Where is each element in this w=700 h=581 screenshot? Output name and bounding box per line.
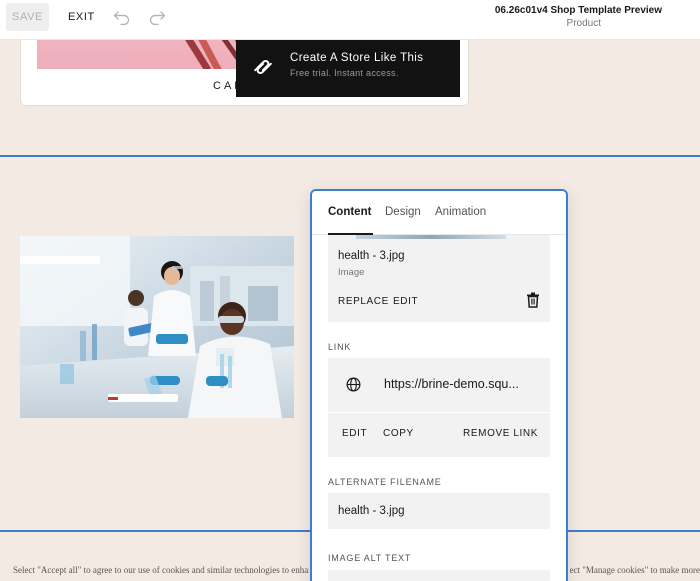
image-file-name: health - 3.jpg bbox=[338, 250, 405, 262]
undo-icon bbox=[113, 11, 130, 25]
link-card: https://brine-demo.squ... EDIT COPY REMO… bbox=[328, 358, 550, 457]
panel-tabs: Content Design Animation bbox=[312, 191, 566, 235]
alternate-filename-input[interactable] bbox=[328, 493, 550, 529]
cookie-banner-text-right: elect "Manage cookies" to make more bbox=[570, 565, 700, 575]
save-button[interactable]: SAVE bbox=[6, 3, 49, 31]
remove-link-button[interactable]: REMOVE LINK bbox=[463, 428, 538, 439]
tab-design[interactable]: Design bbox=[385, 206, 421, 218]
cookie-banner-text-right-content: elect "Manage cookies" to make more bbox=[570, 565, 700, 575]
alt-text-input[interactable] bbox=[328, 570, 550, 581]
create-store-banner[interactable]: Create A Store Like This Free trial. Ins… bbox=[236, 40, 460, 97]
redo-button[interactable] bbox=[147, 7, 167, 27]
squarespace-logo-icon bbox=[254, 59, 272, 75]
alternate-filename-label: ALTERNATE FILENAME bbox=[328, 477, 442, 487]
image-file-type: Image bbox=[338, 267, 365, 278]
promo-title: Create A Store Like This bbox=[290, 52, 424, 64]
section-top-border bbox=[0, 155, 700, 157]
edit-image-button[interactable]: EDIT bbox=[393, 296, 418, 307]
laboratory-photo bbox=[20, 236, 294, 418]
redo-icon bbox=[149, 11, 166, 25]
editor-toolbar: SAVE EXIT 06.26c01v4 Shop Template Previ… bbox=[0, 0, 700, 40]
image-thumbnail bbox=[356, 235, 506, 239]
link-url[interactable]: https://brine-demo.squ... bbox=[384, 377, 544, 391]
globe-icon bbox=[346, 377, 361, 392]
alt-text-label: IMAGE ALT TEXT bbox=[328, 553, 412, 563]
copy-link-button[interactable]: COPY bbox=[383, 428, 414, 439]
trash-icon[interactable] bbox=[526, 292, 540, 308]
lab-image-block[interactable] bbox=[20, 236, 294, 418]
exit-button[interactable]: EXIT bbox=[62, 3, 101, 31]
site-title: 06.26c01v4 Shop Template Preview bbox=[494, 5, 662, 16]
cookie-banner-text-left: Select "Accept all" to agree to our use … bbox=[13, 565, 309, 575]
undo-button[interactable] bbox=[112, 7, 132, 27]
page-type-label: Product bbox=[566, 18, 601, 29]
image-file-card: health - 3.jpg Image REPLACE EDIT bbox=[328, 235, 550, 322]
active-tab-indicator bbox=[328, 233, 373, 235]
link-section-label: LINK bbox=[328, 342, 352, 352]
link-divider bbox=[328, 412, 550, 413]
tab-animation[interactable]: Animation bbox=[435, 206, 486, 218]
image-editor-panel: Content Design Animation health - 3.jpg … bbox=[310, 189, 568, 581]
tab-content[interactable]: Content bbox=[328, 206, 371, 218]
promo-subtitle: Free trial. Instant access. bbox=[290, 68, 399, 78]
replace-image-button[interactable]: REPLACE bbox=[338, 296, 389, 307]
edit-link-button[interactable]: EDIT bbox=[342, 428, 367, 439]
